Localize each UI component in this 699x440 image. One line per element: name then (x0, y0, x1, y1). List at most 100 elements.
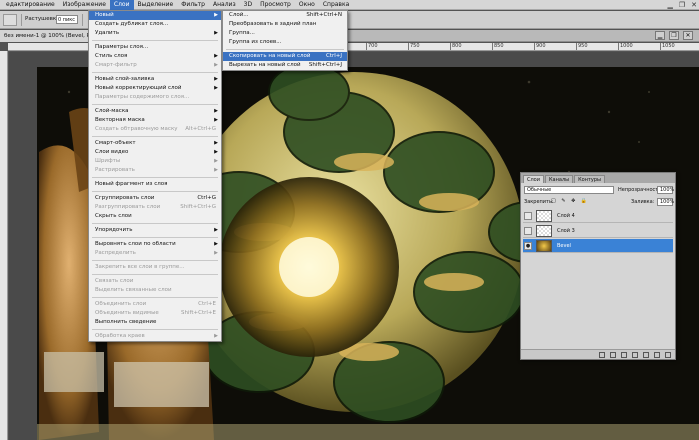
menu-item-label: Слои видео (95, 149, 129, 155)
menu-item[interactable]: Вырезать на новый слой Shift+Ctrl+J (223, 61, 347, 70)
lock-icons[interactable]: □ ✎ ✥ 🔒 (551, 198, 589, 204)
menu-item-label: Преобразовать в задний план (229, 21, 317, 27)
document-window-controls: ▁ ❐ ✕ (655, 31, 693, 40)
menu-item[interactable]: Скопировать на новый слой Ctrl+J (223, 52, 347, 61)
menu-item[interactable]: Просмотр (256, 0, 295, 10)
folder-icon[interactable] (643, 351, 649, 358)
layer-name: Слой 4 (557, 213, 575, 219)
menu-item-label: Распределить (95, 250, 136, 256)
menu-item-label: Выполнить сведение (95, 319, 157, 325)
menu-item[interactable]: Создать дубликат слоя... (89, 20, 221, 29)
close-icon[interactable]: ✕ (683, 31, 693, 40)
menu-item[interactable]: едактирование (2, 0, 59, 10)
menu-item[interactable]: Новый ▶ (89, 11, 221, 20)
menu-item[interactable]: Упорядочить ▶ (89, 226, 221, 235)
restore-icon[interactable]: ❐ (669, 31, 679, 40)
menu-item[interactable]: 3D (240, 0, 256, 10)
layer-name: Слой 3 (557, 228, 575, 234)
layer-row[interactable]: Слой 4 (523, 209, 673, 223)
panel-tab[interactable]: Каналы (545, 175, 574, 183)
menu-item[interactable]: Выполнить сведение (89, 318, 221, 327)
menu-item-label: Новый фрагмент из слоя (95, 181, 168, 187)
visibility-toggle[interactable] (524, 212, 532, 220)
layer-thumbnail (536, 210, 552, 222)
fx-icon[interactable] (610, 351, 616, 358)
menu-separator (92, 177, 218, 178)
minimize-icon[interactable]: ▁ (667, 0, 672, 10)
trash-icon[interactable] (665, 351, 671, 358)
panel-tab[interactable]: Контуры (574, 175, 605, 183)
menu-item[interactable]: Удалить ▶ (89, 29, 221, 38)
link-icon[interactable] (599, 351, 605, 358)
adjustment-icon[interactable] (632, 351, 638, 358)
menu-item[interactable]: Группа... (223, 29, 347, 38)
menu-item[interactable]: Скрыть слои (89, 212, 221, 221)
submenu-arrow-icon: ▶ (214, 30, 218, 36)
menu-item-label: Упорядочить (95, 227, 133, 233)
menu-item-label: Растрировать (95, 167, 135, 173)
menu-item-label: Смарт-фильтр (95, 62, 137, 68)
new-layer-icon[interactable] (654, 351, 660, 358)
menu-item[interactable]: Слой-маска ▶ (89, 107, 221, 116)
ruler-tick-label: 900 (534, 43, 546, 50)
menu-item-label: Выделить связанные слои (95, 287, 172, 293)
opacity-input[interactable]: 100% (657, 186, 674, 194)
ruler-tick-label: 1000 (618, 43, 633, 50)
menu-item[interactable]: Окно (295, 0, 319, 10)
restore-icon[interactable]: ❐ (679, 0, 685, 10)
menu-item[interactable]: Преобразовать в задний план (223, 20, 347, 29)
menu-item[interactable]: Новый фрагмент из слоя (89, 180, 221, 189)
menu-item[interactable]: Слои видео ▶ (89, 148, 221, 157)
menu-item-label: Слой-маска (95, 108, 129, 114)
layer-thumbnail (536, 225, 552, 237)
close-icon[interactable]: ✕ (691, 0, 697, 10)
ruler-tick-label: 1050 (660, 43, 675, 50)
submenu-arrow-icon: ▶ (214, 241, 218, 247)
submenu-arrow-icon: ▶ (214, 117, 218, 123)
menu-item[interactable]: Смарт-объект ▶ (89, 139, 221, 148)
menu-item[interactable]: Стиль слоя ▶ (89, 52, 221, 61)
visibility-toggle[interactable] (524, 227, 532, 235)
menu-item-label: Параметры слоя... (95, 44, 149, 50)
menu-item[interactable]: Изображение (59, 0, 110, 10)
menu-item-label: Связать слои (95, 278, 134, 284)
feather-input[interactable]: 0 пикс (56, 15, 78, 24)
blend-mode-select[interactable]: Обычные (524, 186, 614, 194)
tool-preset-button[interactable] (3, 14, 17, 26)
menu-item[interactable]: Слой... Shift+Ctrl+N (223, 11, 347, 20)
menu-item[interactable]: Векторная маска ▶ (89, 116, 221, 125)
menu-item[interactable]: Анализ (209, 0, 240, 10)
menu-item[interactable]: Параметры слоя... (89, 43, 221, 52)
shortcut-label: Shift+Ctrl+G (180, 204, 216, 210)
fill-input[interactable]: 100% (657, 198, 674, 206)
menu-item-label: Слой... (229, 12, 249, 18)
layer-row[interactable]: Слой 3 (523, 224, 673, 238)
layers-panel: Слои Каналы Контуры Обычные Непрозрачность… (520, 172, 676, 360)
mask-icon[interactable] (621, 351, 627, 358)
menu-item-label: Сгруппировать слои (95, 195, 155, 201)
panel-tabs: Слои Каналы Контуры (521, 173, 675, 183)
menu-item[interactable]: Группа из слоев... (223, 38, 347, 47)
menu-item[interactable]: Выровнять слои по области ▶ (89, 240, 221, 249)
eye-icon[interactable]: ● (524, 242, 532, 250)
layer-row-selected[interactable]: ● Bevel (523, 239, 673, 253)
menu-item[interactable]: Справка (319, 0, 353, 10)
menu-item[interactable]: Новый слой-заливка ▶ (89, 75, 221, 84)
menu-item[interactable]: Сгруппировать слои Ctrl+G (89, 194, 221, 203)
submenu-arrow-icon: ▶ (214, 12, 218, 18)
menu-item-label: Параметры содержимого слоя... (95, 94, 190, 100)
menu-item-label: Новый корректирующий слой (95, 85, 182, 91)
submenu-arrow-icon: ▶ (214, 53, 218, 59)
menu-item[interactable]: Выделение (134, 0, 178, 10)
shortcut-label: Shift+Ctrl+J (308, 62, 342, 68)
menu-item[interactable]: Слои (109, 0, 134, 10)
minimize-icon[interactable]: ▁ (655, 31, 665, 40)
menu-item: Смарт-фильтр ▶ (89, 61, 221, 70)
menu-item: Создать обтравочную маску Alt+Ctrl+G (89, 125, 221, 134)
menu-item-label: Создать обтравочную маску (95, 126, 178, 132)
menu-item[interactable]: Новый корректирующий слой ▶ (89, 84, 221, 93)
panel-tab[interactable]: Слои (523, 175, 544, 183)
menu-item[interactable]: Фильтр (177, 0, 209, 10)
submenu-arrow-icon: ▶ (214, 140, 218, 146)
menu-item: Выделить связанные слои (89, 286, 221, 295)
